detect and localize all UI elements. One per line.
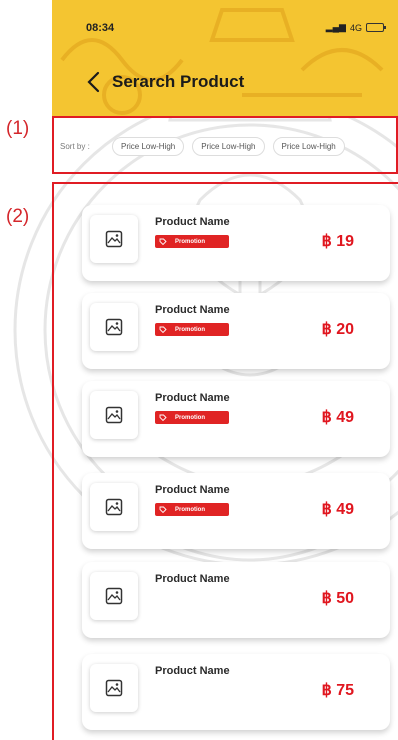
tag-icon — [159, 326, 169, 334]
product-price: ฿ 20 — [321, 321, 354, 338]
promotion-label: Promotion — [175, 326, 205, 333]
product-price: ฿ 49 — [321, 409, 354, 426]
image-placeholder-icon — [105, 498, 123, 516]
image-placeholder-icon — [105, 406, 123, 424]
product-card[interactable]: Product Name Promotion ฿ 49 — [82, 381, 390, 457]
product-image — [90, 572, 138, 620]
product-name: Product Name — [155, 665, 230, 677]
product-name: Product Name — [155, 216, 230, 228]
annotation-label-1: (1) — [6, 118, 30, 139]
image-placeholder-icon — [105, 230, 123, 248]
promotion-label: Promotion — [175, 506, 205, 513]
product-price: ฿ 50 — [321, 590, 354, 607]
product-card[interactable]: Product Name ฿ 75 — [82, 654, 390, 730]
promotion-badge: Promotion — [155, 503, 229, 516]
product-name: Product Name — [155, 484, 230, 496]
image-placeholder-icon — [105, 587, 123, 605]
sort-option-1[interactable]: Price Low-High — [112, 136, 185, 156]
product-image — [90, 483, 138, 531]
annotation-label-2: (2) — [6, 206, 30, 227]
network-label: 4G — [349, 22, 362, 33]
product-name: Product Name — [155, 304, 230, 316]
promotion-label: Promotion — [175, 238, 205, 245]
app-header: 08:34 ▂▄▆ 4G Serarch Product — [52, 0, 398, 118]
tag-icon — [159, 506, 169, 514]
sort-label: Sort by : — [60, 141, 90, 151]
sort-option-3[interactable]: Price Low-High — [272, 136, 345, 156]
image-placeholder-icon — [105, 679, 123, 697]
product-image — [90, 215, 138, 263]
product-card[interactable]: Product Name ฿ 50 — [82, 562, 390, 638]
image-placeholder-icon — [105, 318, 123, 336]
product-price: ฿ 49 — [321, 501, 354, 518]
promotion-label: Promotion — [175, 414, 205, 421]
product-image — [90, 391, 138, 439]
product-image — [90, 303, 138, 351]
chevron-left-icon[interactable] — [84, 70, 104, 94]
signal-icon: ▂▄▆ — [325, 22, 346, 32]
sort-option-2[interactable]: Price Low-High — [192, 136, 265, 156]
tag-icon — [159, 414, 169, 422]
promotion-badge: Promotion — [155, 235, 229, 248]
battery-icon — [366, 23, 386, 32]
status-time: 08:34 — [86, 22, 115, 34]
product-name: Product Name — [155, 392, 230, 404]
promotion-badge: Promotion — [155, 323, 229, 336]
header-pattern — [60, 8, 384, 115]
product-price: ฿ 75 — [321, 682, 354, 699]
product-name: Product Name — [155, 573, 230, 585]
tag-icon — [159, 238, 169, 246]
sort-bar: Sort by : Price Low-High Price Low-High … — [60, 135, 398, 157]
product-price: ฿ 19 — [321, 233, 354, 250]
product-card[interactable]: Product Name Promotion ฿ 49 — [82, 473, 390, 549]
page-title: Serarch Product — [112, 72, 245, 91]
product-card[interactable]: Product Name Promotion ฿ 19 — [82, 205, 390, 281]
product-image — [90, 664, 138, 712]
promotion-badge: Promotion — [155, 411, 229, 424]
status-indicators: ▂▄▆ 4G — [325, 22, 386, 33]
product-card[interactable]: Product Name Promotion ฿ 20 — [82, 293, 390, 369]
